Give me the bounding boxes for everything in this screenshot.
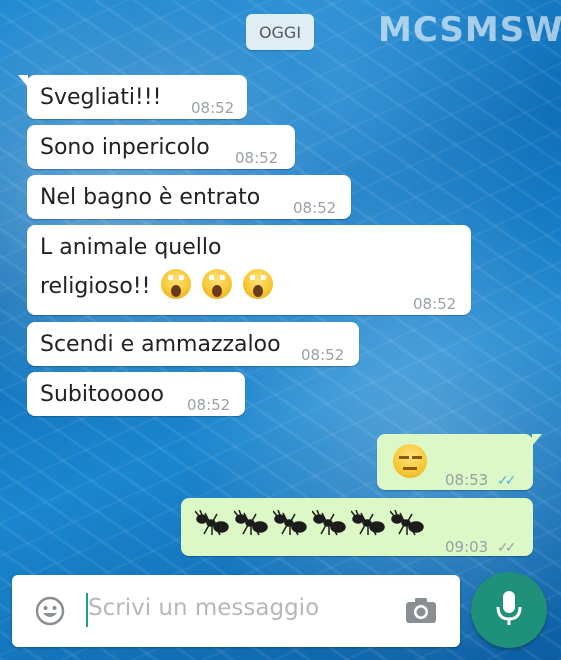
- message-incoming[interactable]: Scendi e ammazzaloo 08:52: [27, 322, 359, 366]
- message-text-line2-wrap: religioso!!: [40, 269, 274, 302]
- ant-emoji-icon: [311, 509, 346, 536]
- ant-emoji-icon: [194, 509, 229, 536]
- ant-emoji-icon: [389, 509, 424, 536]
- scream-emoji-icon: [202, 269, 233, 299]
- message-time: 08:52: [293, 199, 337, 217]
- message-incoming[interactable]: Subitooooo 08:52: [27, 372, 245, 416]
- message-time: 08:52: [301, 346, 345, 364]
- delivered-receipt-icon: ✓✓: [497, 540, 517, 556]
- watermark: MCSMSW: [378, 10, 561, 50]
- message-outgoing[interactable]: 08:53 ✓✓: [377, 434, 542, 490]
- read-receipt-icon: ✓✓: [497, 473, 517, 489]
- message-text-line2: religioso!!: [40, 274, 151, 299]
- message-incoming[interactable]: Nel bagno è entrato 08:52: [27, 175, 351, 219]
- message-time: 08:52: [191, 99, 235, 117]
- message-text: Nel bagno è entrato: [40, 185, 261, 210]
- message-text: Subitooooo: [40, 382, 164, 407]
- message-time: 08:52: [413, 295, 457, 313]
- message-time: 08:52: [187, 396, 231, 414]
- message-text: Svegliati!!!: [40, 85, 162, 110]
- camera-icon[interactable]: [404, 595, 438, 629]
- message-time: 08:52: [235, 149, 279, 167]
- message-incoming[interactable]: Svegliati!!! 08:52: [18, 75, 247, 119]
- smiley-icon[interactable]: [34, 595, 66, 631]
- ant-emoji-icon: [272, 509, 307, 536]
- message-time-wrap: 09:03 ✓✓: [445, 532, 517, 563]
- date-label: OGGI: [258, 22, 302, 42]
- ants-emoji-row: [194, 509, 429, 542]
- ant-emoji-icon: [350, 509, 385, 536]
- scream-emoji-icon: [161, 269, 192, 299]
- mic-button[interactable]: [471, 572, 547, 648]
- message-input[interactable]: Scrivi un messaggio: [88, 595, 319, 621]
- expressionless-face-emoji-icon: [393, 444, 427, 478]
- message-outgoing[interactable]: 09:03 ✓✓: [181, 498, 533, 556]
- date-divider: OGGI: [246, 14, 314, 50]
- bubble-tail: [18, 75, 28, 87]
- message-time: 09:03: [445, 538, 489, 556]
- message-text-line1: L animale quello: [40, 235, 222, 260]
- message-text: Sono inpericolo: [40, 135, 210, 160]
- message-incoming[interactable]: L animale quello religioso!! 08:52: [27, 225, 471, 315]
- message-time-wrap: 08:53 ✓✓: [445, 465, 517, 496]
- mic-icon: [494, 589, 524, 631]
- bubble-tail: [532, 434, 542, 446]
- message-incoming[interactable]: Sono inpericolo 08:52: [27, 125, 295, 169]
- ant-emoji-icon: [233, 509, 268, 536]
- scream-emoji-icon: [243, 269, 274, 299]
- message-text: Scendi e ammazzaloo: [40, 332, 281, 357]
- message-composer: Scrivi un messaggio: [12, 575, 460, 647]
- message-time: 08:53: [445, 471, 489, 489]
